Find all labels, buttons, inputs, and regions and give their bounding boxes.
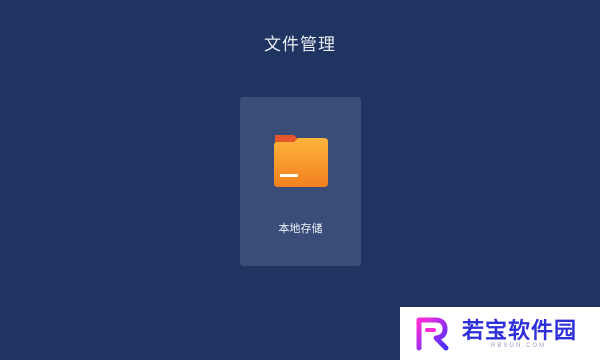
page-title: 文件管理 [264,35,336,55]
rb-logo-icon [416,317,449,351]
local-storage-label: 本地存储 [278,222,323,235]
watermark-banner: 若宝软件园 RBSGN.COM [400,307,600,360]
watermark-url: RBSGN.COM [491,343,547,349]
folder-icon [274,135,328,187]
watermark-text: 若宝软件园 [462,319,578,344]
local-storage-card[interactable]: 本地存储 [240,97,361,266]
